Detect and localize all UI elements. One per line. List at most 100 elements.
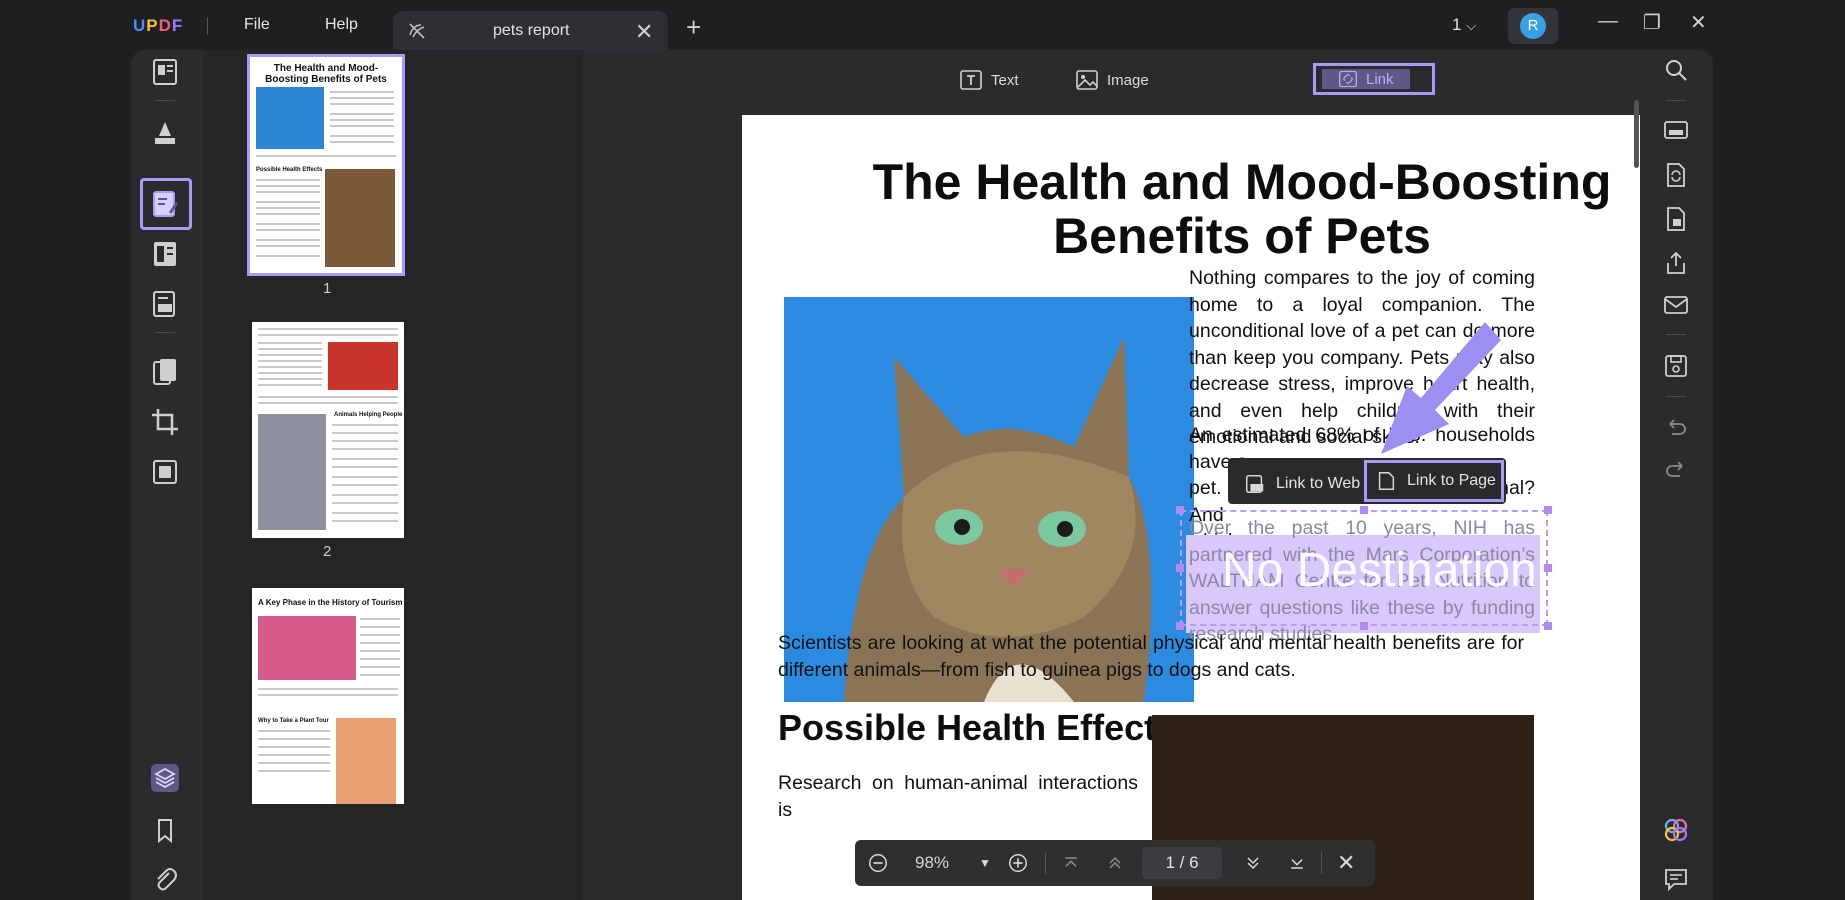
page-navigation-bar: 98% ▼ 1 / 6 ✕ (855, 840, 1375, 886)
divider (207, 17, 208, 35)
paragraph-research[interactable]: Research on human-animal interactions is (778, 770, 1138, 823)
add-text-button[interactable]: Text (959, 64, 1019, 96)
thumbnail-title: A Key Phase in the History of Tourism (258, 598, 403, 607)
edit-pdf-icon[interactable] (149, 188, 181, 220)
first-page-icon[interactable] (1061, 840, 1081, 886)
thumbnail-dogs-image (328, 342, 398, 390)
crop-icon[interactable] (149, 406, 181, 438)
link-selection-frame[interactable] (1180, 510, 1548, 626)
next-page-icon[interactable] (1243, 840, 1263, 886)
app-logo: UPDF (133, 16, 184, 35)
thumbnail-street-image (258, 616, 356, 680)
avatar: R (1520, 13, 1546, 39)
resize-handle[interactable] (1176, 506, 1184, 514)
add-link-button[interactable]: Link (1313, 63, 1435, 95)
add-link-inner: Link (1322, 69, 1410, 89)
image-icon (1076, 70, 1098, 90)
page-thumbnail-1[interactable]: The Health and Mood-Boosting Benefits of… (247, 54, 405, 276)
thumbnail-cat2-image (258, 414, 326, 530)
add-image-label: Image (1107, 71, 1149, 89)
section-heading[interactable]: Possible Health Effects (778, 707, 1176, 749)
resize-handle[interactable] (1360, 506, 1368, 514)
divider (1666, 334, 1686, 335)
ocr-icon[interactable] (1662, 116, 1690, 144)
undo-icon[interactable] (1662, 414, 1690, 442)
web-link-icon (1246, 475, 1264, 493)
close-tab-icon[interactable]: ✕ (635, 19, 653, 45)
resize-handle[interactable] (1544, 564, 1552, 572)
link-to-page-option[interactable]: Link to Page (1364, 460, 1504, 502)
zoom-level[interactable]: 98% (915, 840, 949, 886)
main-frame: The Health and Mood-Boosting Benefits of… (131, 50, 1713, 900)
email-icon[interactable] (1662, 291, 1690, 319)
menu-help[interactable]: Help (325, 16, 358, 34)
layers-icon[interactable] (149, 762, 181, 794)
convert-icon[interactable] (1662, 161, 1690, 189)
thumbnail-heading: Why to Take a Plant Tour (258, 718, 329, 724)
comment-highlight-icon[interactable] (149, 116, 181, 148)
add-image-button[interactable]: Image (1075, 64, 1149, 96)
menu-file[interactable]: File (244, 16, 270, 34)
close-window-icon[interactable]: ✕ (1690, 10, 1707, 35)
window-selector[interactable]: 1 ⌵ (1452, 15, 1476, 35)
add-link-label: Link (1366, 70, 1394, 88)
zoom-dropdown-icon[interactable]: ▼ (979, 840, 991, 886)
zoom-out-icon[interactable] (867, 840, 889, 886)
link-type-popup: Link to Web Link to Page (1228, 458, 1506, 504)
last-page-icon[interactable] (1287, 840, 1307, 886)
bookmark-icon[interactable] (149, 814, 181, 846)
close-nav-icon[interactable]: ✕ (1337, 840, 1355, 886)
fill-sign-icon[interactable] (149, 288, 181, 320)
save-icon[interactable] (1662, 352, 1690, 380)
thumbnail-tower-image (336, 718, 396, 804)
divider (1666, 396, 1686, 397)
maximize-icon[interactable]: ❐ (1643, 10, 1661, 35)
page-number-input[interactable]: 1 / 6 (1142, 847, 1222, 879)
account-box[interactable]: R (1508, 8, 1558, 44)
page-link-icon (1378, 472, 1395, 490)
thumbnail-panel: The Health and Mood-Boosting Benefits of… (203, 50, 583, 900)
search-icon[interactable] (1662, 56, 1690, 84)
organize-pages-icon[interactable] (149, 356, 181, 388)
minimize-icon[interactable]: — (1598, 10, 1618, 33)
document-title-line-2: Benefits of Pets (1053, 208, 1431, 264)
resize-handle[interactable] (1360, 622, 1368, 630)
divider (1321, 852, 1322, 874)
redo-icon[interactable] (1662, 456, 1690, 484)
resize-handle[interactable] (1544, 622, 1552, 630)
title-bar: UPDF File Help pets report ✕ + 1 ⌵ R — ❐… (0, 0, 1845, 52)
new-tab-icon[interactable]: + (686, 12, 701, 43)
thumbnail-dog-image (325, 169, 395, 267)
reader-icon[interactable] (149, 56, 181, 88)
link-to-web-option[interactable]: Link to Web (1244, 458, 1360, 510)
paragraph-scientists[interactable]: Scientists are looking at what the poten… (778, 630, 1524, 683)
resize-handle[interactable] (1176, 622, 1184, 630)
previous-page-icon[interactable] (1105, 840, 1125, 886)
link-to-page-label: Link to Page (1407, 472, 1496, 489)
document-tab[interactable]: pets report ✕ (393, 11, 668, 51)
window-selector-value: 1 (1452, 15, 1462, 34)
vertical-scrollbar[interactable] (1634, 100, 1639, 168)
thumbnail-heading: Animals Helping People (334, 412, 403, 418)
page-thumbnail-2[interactable]: Animals Helping People (252, 322, 404, 538)
document-title: The Health and Mood-Boosting Benefits of… (742, 155, 1662, 263)
link-to-web-label: Link to Web (1276, 475, 1361, 492)
zoom-in-icon[interactable] (1007, 840, 1029, 886)
comment-icon[interactable] (1662, 865, 1690, 893)
ai-assistant-icon[interactable] (1662, 816, 1690, 844)
document-canvas: Text Image Link The Health and Mood-Boos… (583, 50, 1713, 900)
divider (1045, 852, 1046, 874)
protect-file-icon[interactable] (1662, 205, 1690, 233)
text-icon (960, 70, 982, 90)
resize-handle[interactable] (1544, 506, 1552, 514)
page-layout-icon[interactable] (149, 238, 181, 270)
share-icon[interactable] (1662, 249, 1690, 277)
attachment-icon[interactable] (149, 864, 181, 896)
page-thumbnail-3[interactable]: A Key Phase in the History of Tourism Wh… (252, 588, 404, 804)
edit-toolbar: Text Image Link (583, 63, 1640, 100)
divider (1666, 100, 1686, 101)
thumbnail-heading: Possible Health Effects (256, 167, 323, 173)
resize-handle[interactable] (1176, 564, 1184, 572)
pdf-page: The Health and Mood-Boosting Benefits of… (742, 115, 1713, 900)
protect-icon[interactable] (149, 456, 181, 488)
